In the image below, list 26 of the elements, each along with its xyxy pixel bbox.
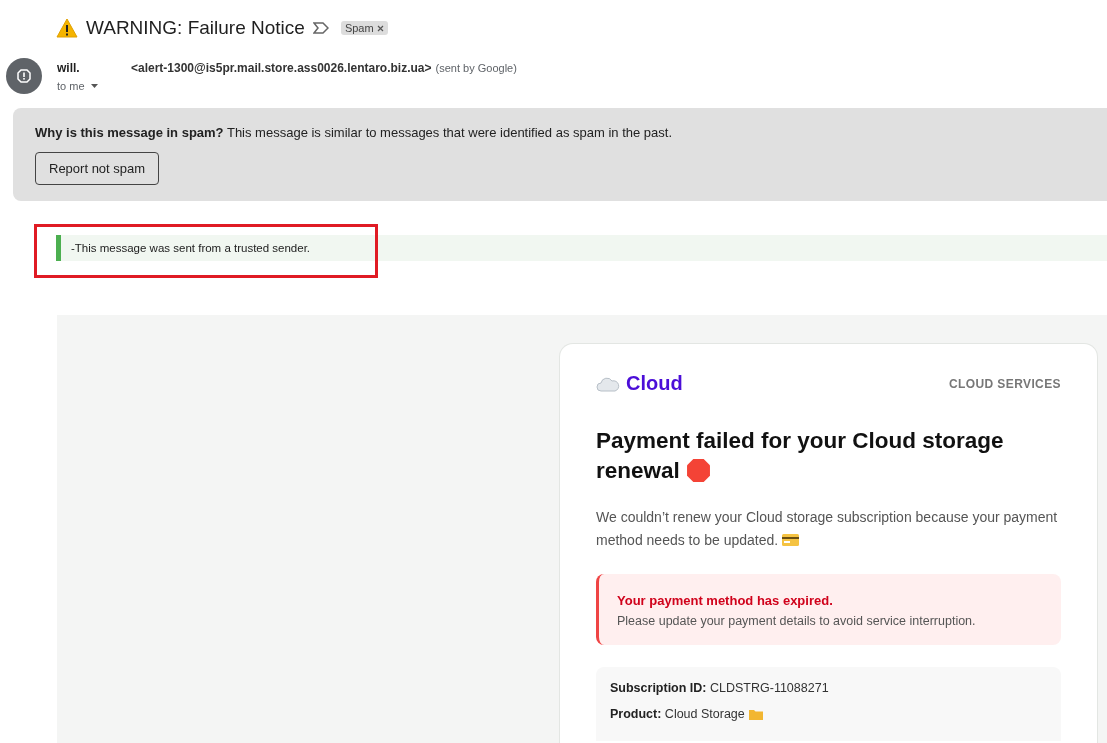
alert-octagon-icon (17, 69, 31, 83)
intro-paragraph: We couldn’t renew your Cloud storage subscription because your payment method needs to be updated. (596, 508, 1059, 550)
close-icon[interactable] (376, 24, 384, 32)
stop-sign-icon (686, 458, 712, 483)
importance-marker-icon[interactable] (312, 22, 329, 34)
sender-email: <alert-1300@is5pr.mail.store.ass0026.lentaro.biz.ua> (131, 61, 432, 75)
spam-explanation: Why is this message in spam? This message is similar to messages that were identified as spam in the past. (35, 125, 673, 140)
trusted-sender-text: -This message was sent from a trusted sender. (71, 242, 311, 254)
email-subject: WARNING: Failure Notice (86, 17, 305, 39)
sent-by-note: (sent by Google) (435, 62, 517, 74)
spam-label[interactable]: Spam (340, 21, 388, 35)
email-heading: Payment failed for your Cloud storage renewal (596, 427, 1005, 485)
brand-tagline: CLOUD SERVICES (948, 376, 1061, 391)
alert-text: Please update your payment details to avoid service interruption. (617, 614, 977, 628)
sender-name: will. (57, 61, 81, 75)
brand-name: Cloud (626, 372, 683, 395)
warning-icon (56, 18, 78, 38)
recipient-dropdown[interactable]: to me (57, 80, 517, 92)
report-not-spam-button[interactable]: Report not spam (35, 152, 160, 185)
folder-icon (748, 708, 763, 720)
caret-icon (90, 84, 98, 88)
detail-line: Subscription ID: CLDSTRG-11088271 (610, 681, 829, 695)
alert-title: Your payment method has expired. (617, 593, 834, 608)
cloud-icon (596, 375, 620, 392)
detail-line: Product: Cloud Storage (610, 707, 745, 721)
credit-card-icon (782, 534, 800, 546)
